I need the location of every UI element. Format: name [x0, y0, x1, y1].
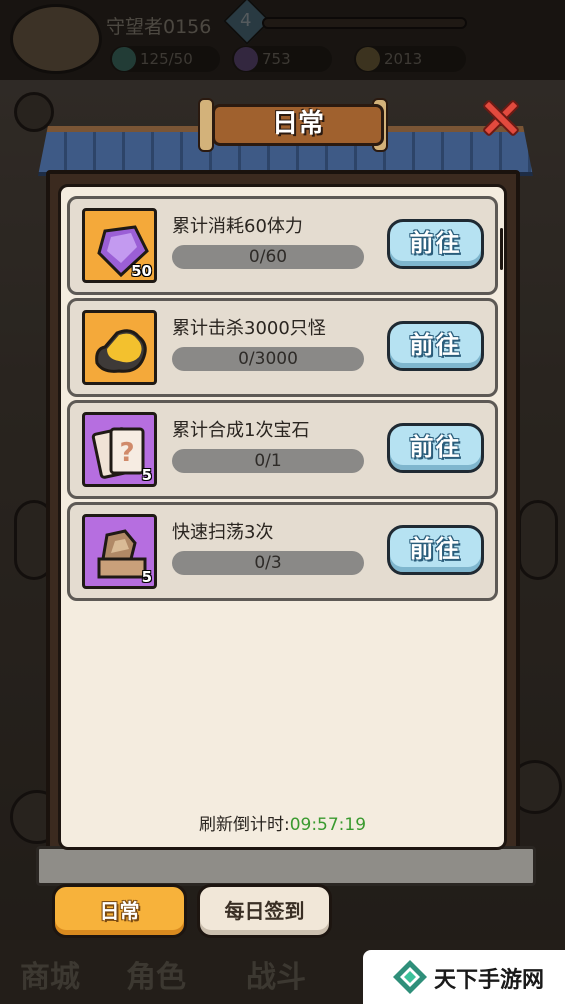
go-button[interactable]: 前往	[387, 423, 484, 473]
go-button[interactable]: 前往	[387, 321, 484, 371]
task-row: 累计击杀3000只怪 0/3000 前往	[67, 298, 498, 397]
watermark-text: 天下手游网	[434, 968, 545, 993]
progress-text: 0/3000	[238, 349, 298, 369]
progress-text: 0/60	[248, 247, 288, 267]
task-title: 快速扫荡3次	[172, 522, 274, 543]
task-title: 累计合成1次宝石	[172, 420, 310, 441]
panel-title: 日常	[271, 109, 324, 139]
scrollbar[interactable]	[500, 228, 503, 270]
task-row: ? 5 累计合成1次宝石 0/1 前往	[67, 400, 498, 499]
refresh-label: 刷新倒计时:	[198, 815, 290, 835]
task-title: 累计击杀3000只怪	[172, 318, 326, 339]
progress-text: 0/1	[254, 451, 282, 471]
mystery-cards-icon: ? 5	[82, 412, 157, 487]
go-button[interactable]: 前往	[387, 219, 484, 269]
progress-text: 0/3	[254, 553, 282, 573]
refresh-countdown: 刷新倒计时:09:57:19	[58, 810, 507, 835]
tab-daily-signin[interactable]: 每日签到	[197, 884, 332, 938]
go-label: 前往	[409, 535, 462, 563]
go-button[interactable]: 前往	[387, 525, 484, 575]
item-count: 50	[131, 262, 152, 280]
go-label: 前往	[409, 229, 462, 257]
go-label: 前往	[409, 331, 462, 359]
purple-gem-icon: 50	[82, 208, 157, 283]
close-button[interactable]	[480, 98, 521, 138]
item-count: 5	[141, 466, 152, 484]
task-title: 累计消耗60体力	[172, 216, 303, 237]
gold-ore-icon	[82, 310, 157, 385]
tab-daily[interactable]: 日常	[52, 884, 187, 938]
stone-blocks-icon: 5	[82, 514, 157, 589]
go-label: 前往	[409, 433, 462, 461]
refresh-time: 09:57:19	[289, 815, 367, 835]
task-row: 50 累计消耗60体力 0/60 前往	[67, 196, 498, 295]
item-count: 5	[141, 568, 152, 586]
task-row: 5 快速扫荡3次 0/3 前往	[67, 502, 498, 601]
panel-stone-base	[36, 846, 536, 886]
watermark-logo-icon	[393, 960, 427, 994]
svg-text:?: ?	[119, 438, 134, 468]
